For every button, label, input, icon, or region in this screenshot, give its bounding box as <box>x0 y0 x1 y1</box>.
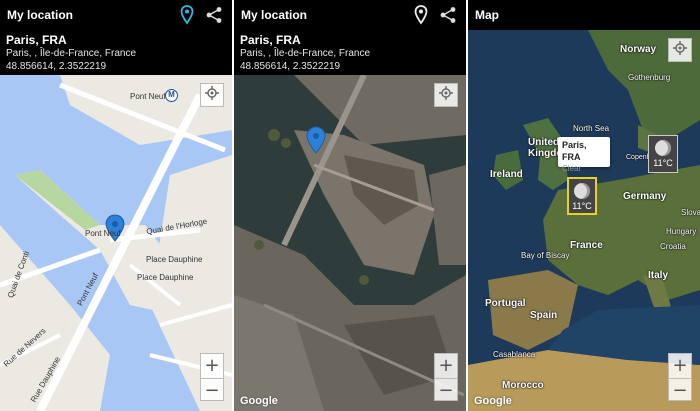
map-label-gothenburg: Gothenburg <box>628 73 671 82</box>
my-location-button[interactable] <box>668 38 692 62</box>
my-location-button[interactable] <box>200 83 224 107</box>
zoom-out-button[interactable]: − <box>669 378 691 402</box>
map-label-north-sea: North Sea <box>573 124 610 133</box>
region-text: Paris, , Île-de-France, France <box>240 48 371 59</box>
google-logo: Google <box>474 395 512 407</box>
map-label-morocco: Morocco <box>502 380 544 391</box>
screen-satellite-map: My location Paris, FRA Paris, , Île-de-F… <box>234 0 466 411</box>
map-label-slovak: Slovak <box>681 208 700 217</box>
map-label-pont-neuf: Pont Neuf <box>130 92 166 101</box>
location-pin-icon[interactable] <box>176 4 198 26</box>
moon-cloud-icon <box>655 140 671 156</box>
zoom-in-button[interactable]: + <box>669 354 691 378</box>
app-bar: My location <box>234 0 466 32</box>
weather-tile-copenhagen[interactable]: 11°C <box>648 135 678 173</box>
popup-city: Paris, FRA <box>562 140 587 162</box>
map-label-ireland: Ireland <box>490 169 523 180</box>
zoom-controls: + − <box>668 353 692 401</box>
share-icon[interactable] <box>437 4 459 26</box>
city-name: Paris, FRA <box>6 33 67 47</box>
crosshair-icon <box>439 85 453 105</box>
google-logo: Google <box>240 395 278 407</box>
map-label-bay-of-biscay: Bay of Biscay <box>521 251 570 260</box>
map-label-hungary: Hungary <box>666 227 697 236</box>
street-map[interactable]: Pont Neuf M Pont Neuf Quai de l'Horloge … <box>0 75 232 411</box>
my-location-button[interactable] <box>434 83 458 107</box>
map-label-germany: Germany <box>623 191 667 202</box>
map-label-norway: Norway <box>620 44 657 55</box>
map-label-croatia: Croatia <box>660 242 686 251</box>
zoom-in-button[interactable]: + <box>201 354 223 378</box>
region-text: Paris, , Île-de-France, France <box>6 48 137 59</box>
share-icon[interactable] <box>203 4 225 26</box>
location-info: Paris, FRA Paris, , Île-de-France, Franc… <box>0 32 232 75</box>
weather-tile-paris[interactable]: 11°C <box>567 177 597 215</box>
zoom-in-button[interactable]: + <box>435 354 457 378</box>
zoom-controls: + − <box>200 353 224 401</box>
weather-temp: 11°C <box>653 158 673 168</box>
weather-temp: 11°C <box>572 201 592 211</box>
zoom-out-button[interactable]: − <box>435 378 457 402</box>
location-info: Paris, FRA Paris, , Île-de-France, Franc… <box>234 32 466 75</box>
map-label-italy: Italy <box>648 270 669 281</box>
app-bar: Map <box>468 0 700 32</box>
zoom-controls: + − <box>434 353 458 401</box>
weather-popup[interactable]: Paris, FRA Clear <box>558 137 610 173</box>
city-name: Paris, FRA <box>240 33 301 47</box>
map-label-casablanca: Casablanca <box>493 350 536 359</box>
popup-condition: Clear <box>562 164 582 173</box>
map-label-place-dauphine-2: Place Dauphine <box>137 273 194 282</box>
map-label-portugal: Portugal <box>485 298 526 309</box>
crosshair-icon <box>673 40 687 60</box>
map-label-place-dauphine: Place Dauphine <box>146 255 203 264</box>
app-bar: My location <box>0 0 232 32</box>
metro-icon: M <box>165 89 178 102</box>
coordinates-text: 48.856614, 2.3522219 <box>240 61 341 72</box>
crosshair-icon <box>205 85 219 105</box>
weather-map[interactable]: Norway Gothenburg North Sea United Kingd… <box>468 30 700 411</box>
moon-icon <box>574 183 590 199</box>
app-title: Map <box>475 8 499 22</box>
map-label-france: France <box>570 240 603 251</box>
map-label-pont-neuf-2: Pont Neuf <box>85 229 121 238</box>
coordinates-text: 48.856614, 2.3522219 <box>6 61 107 72</box>
app-title: My location <box>241 8 308 22</box>
satellite-map[interactable]: + − Google <box>234 75 466 411</box>
location-pin-icon[interactable] <box>410 4 432 26</box>
zoom-out-button[interactable]: − <box>201 378 223 402</box>
app-title: My location <box>7 8 74 22</box>
screen-weather-map: Map Norway Gothenburg North Sea United K… <box>468 0 700 411</box>
map-label-spain: Spain <box>530 310 558 321</box>
map-label-united-kingdom: United Kingdom <box>528 137 572 159</box>
screen-street-map: My location Paris, FRA Paris, , Île-de-F… <box>0 0 232 411</box>
